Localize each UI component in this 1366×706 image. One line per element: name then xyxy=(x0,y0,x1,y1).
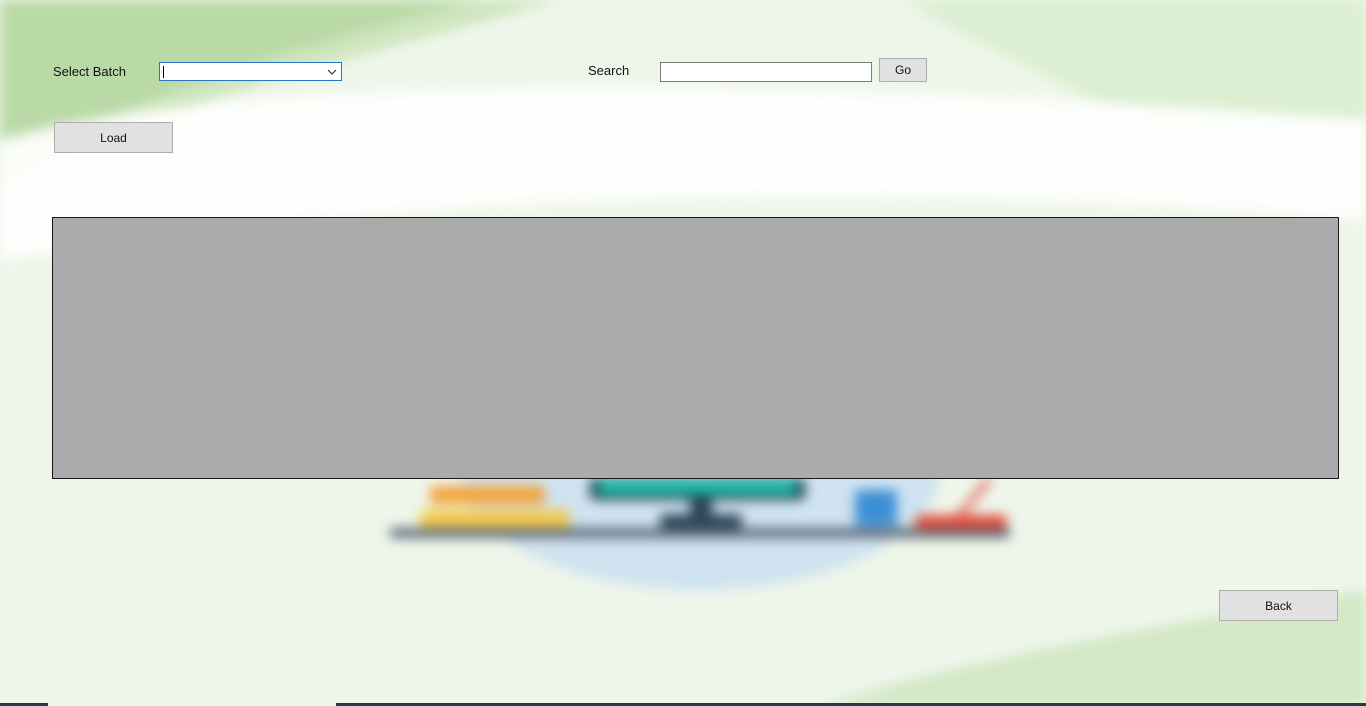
search-label: Search xyxy=(588,63,630,78)
chevron-down-icon[interactable] xyxy=(327,67,337,77)
go-button[interactable]: Go xyxy=(879,58,927,82)
batch-window: Select Batch Search Go Load Back xyxy=(0,0,1366,706)
load-button[interactable]: Load xyxy=(54,122,173,153)
text-caret xyxy=(163,66,164,78)
batch-combobox[interactable] xyxy=(159,62,342,81)
search-input[interactable] xyxy=(660,62,872,82)
batch-data-grid[interactable] xyxy=(52,217,1339,479)
back-button[interactable]: Back xyxy=(1219,590,1338,621)
select-batch-label: Select Batch xyxy=(53,64,126,79)
